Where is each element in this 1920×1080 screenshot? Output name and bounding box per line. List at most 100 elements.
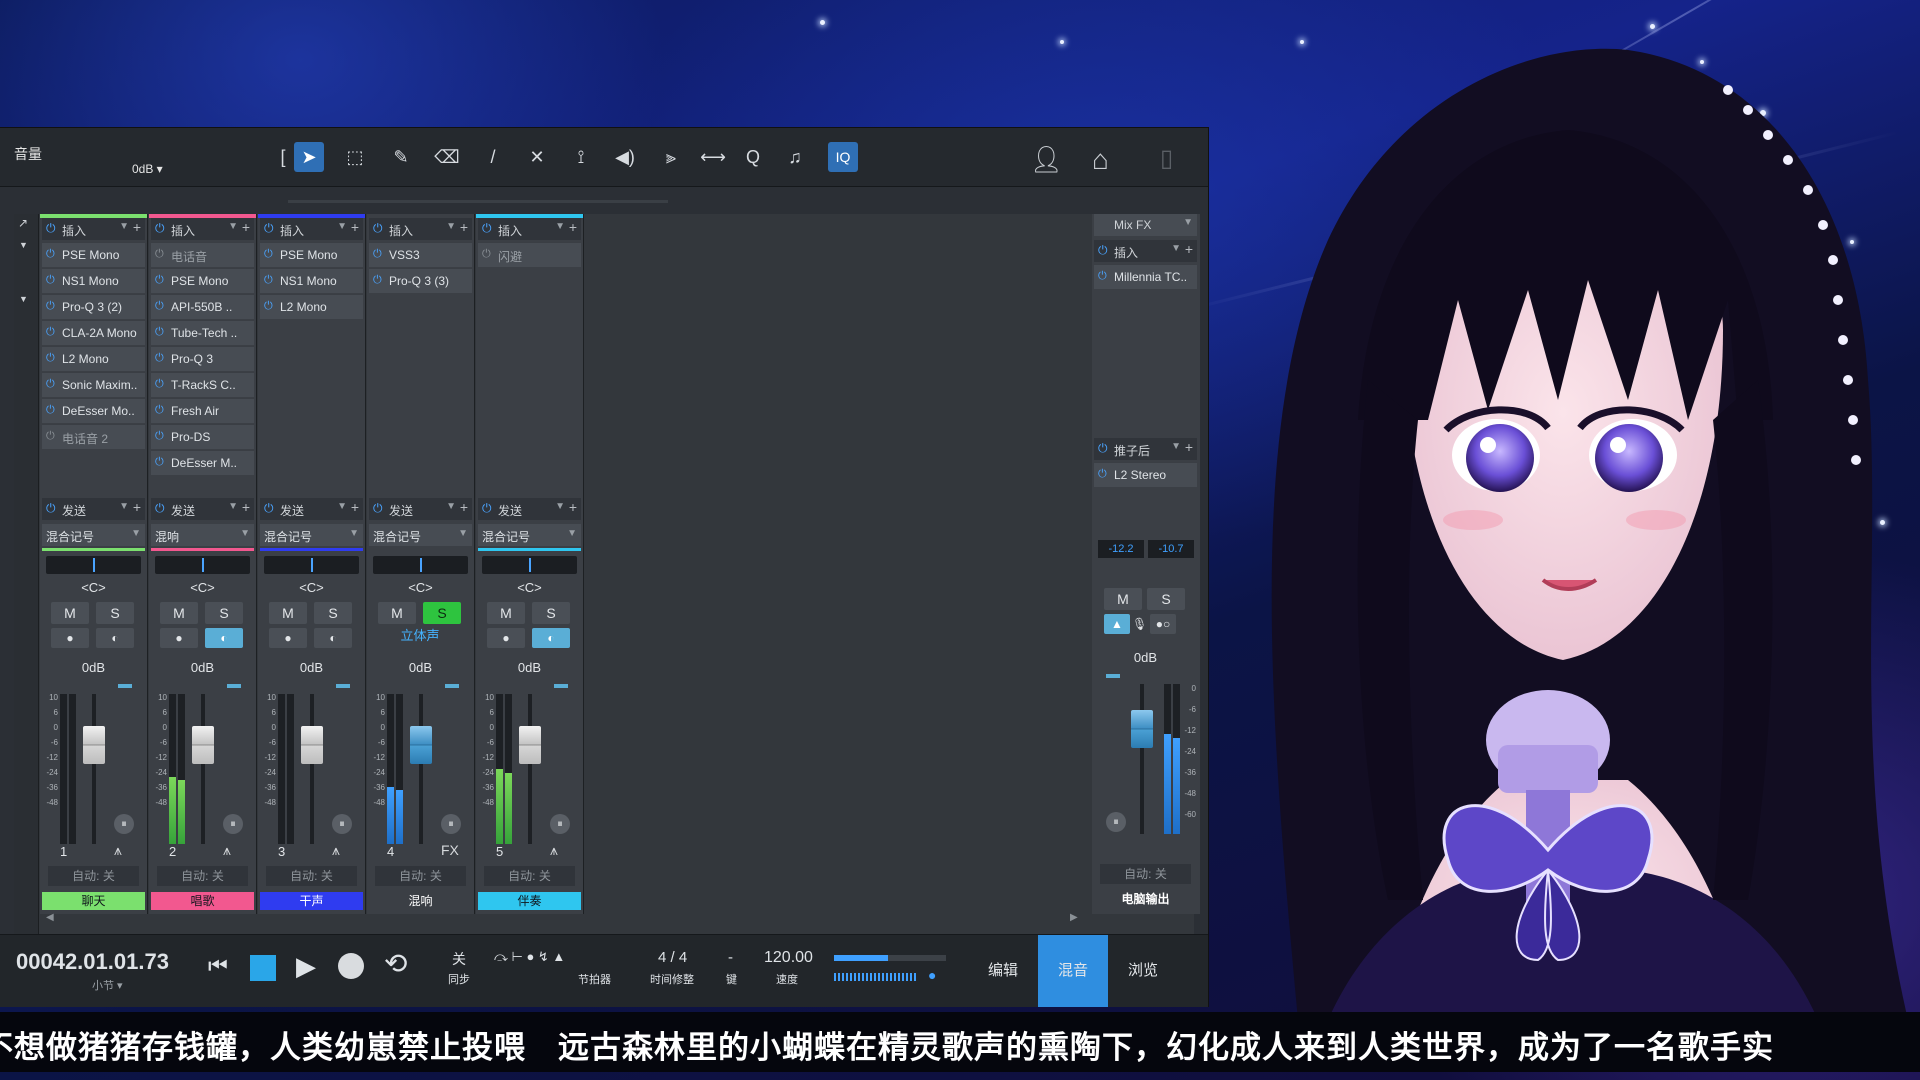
solo-button[interactable]: S (532, 602, 570, 624)
zoom-icon[interactable]: Q (738, 142, 768, 172)
power-icon[interactable]: ⏻ (1098, 243, 1108, 258)
output-destination[interactable]: 混合记号 ▼ (42, 524, 145, 546)
rewind-icon[interactable]: ⏮ (208, 953, 228, 979)
link-icon[interactable]: ●○ (1150, 614, 1176, 634)
channel-name[interactable]: 伴奏 (478, 892, 581, 910)
mute-button[interactable]: M (160, 602, 198, 624)
send-header[interactable]: ⏻ 发送 ▼ + (260, 498, 363, 520)
loop-icon[interactable]: ⟲ (384, 947, 407, 980)
tempo-value[interactable]: 120.00 (764, 949, 813, 967)
send-header[interactable]: ⏻ 发送 ▼ + (369, 498, 472, 520)
monitor-icon[interactable]: ◐ (532, 628, 570, 648)
plugin-slot[interactable]: ⏻ T-RackS C.. (151, 372, 254, 397)
output-destination[interactable]: 混合记号 ▼ (260, 524, 363, 546)
power-icon[interactable]: ⏻ (264, 300, 273, 313)
add-icon[interactable]: + (460, 499, 468, 515)
volume-value[interactable]: 0dB (149, 660, 256, 675)
add-icon[interactable]: + (133, 219, 141, 235)
plugin-slot[interactable]: ⏻ CLA-2A Mono (42, 320, 145, 345)
play-icon[interactable]: ▶ (296, 951, 316, 982)
power-icon[interactable]: ⏻ (155, 352, 164, 365)
post-fader-header[interactable]: ⏻ 推子后 ▼ + (1094, 438, 1197, 460)
send-header[interactable]: ⏻ 发送 ▼ + (478, 498, 581, 520)
add-icon[interactable]: + (242, 219, 250, 235)
listen-tool-icon[interactable]: ◀) (610, 142, 640, 172)
plugin-slot[interactable]: ⏻ API-550B .. (151, 294, 254, 319)
pan-knob[interactable]: ⏸ (1106, 812, 1126, 832)
plugin-slot[interactable]: ⏻ PSE Mono (260, 242, 363, 267)
chevron-down-icon[interactable]: ▼ (228, 501, 238, 512)
mute-tool-icon[interactable]: ✕ (522, 142, 552, 172)
plugin-slot[interactable]: ⏻ L2 Mono (42, 346, 145, 371)
plugin-slot[interactable]: ⏻ Tube-Tech .. (151, 320, 254, 345)
mix-fx-selector[interactable]: Mix FX ▼ (1094, 214, 1197, 236)
power-icon[interactable]: ⏻ (1098, 270, 1107, 283)
power-icon[interactable]: ⏻ (46, 300, 55, 313)
channel-name[interactable]: 混响 (369, 892, 472, 910)
add-icon[interactable]: + (569, 219, 577, 235)
power-icon[interactable]: ⏻ (155, 378, 164, 391)
plugin-slot[interactable]: ⏻ NS1 Mono (260, 268, 363, 293)
automation-button[interactable]: 自动: 关 (48, 866, 139, 886)
plugin-slot[interactable]: ⏻ Millennia TC.. (1094, 264, 1197, 289)
bus-volume[interactable]: 0dB (1092, 650, 1199, 665)
power-icon[interactable]: ⏻ (155, 274, 164, 287)
expand-icon[interactable] (445, 684, 459, 688)
plugin-slot[interactable]: ⏻ 电话音 2 (42, 424, 145, 449)
pan-marker[interactable] (420, 558, 422, 572)
precount-icon[interactable]: ⤼ ⊢ ● ↯ ▲ (494, 949, 565, 965)
plugin-slot[interactable]: ⏻ DeEsser Mo.. (42, 398, 145, 423)
power-icon[interactable]: ⏻ (155, 248, 164, 261)
plugin-slot[interactable]: ⏻ 电话音 (151, 242, 254, 267)
chevron-down-icon[interactable]: ▼ (555, 221, 565, 232)
plugin-slot[interactable]: ⏻ NS1 Mono (42, 268, 145, 293)
automation-button[interactable]: 自动: 关 (1100, 864, 1191, 884)
volume-fader[interactable] (83, 726, 105, 764)
bus-insert-header[interactable]: ⏻ 插入 ▼ + (1094, 240, 1197, 262)
solo-button[interactable]: S (96, 602, 134, 624)
fx-icon[interactable]: FX (441, 842, 459, 858)
chevron-down-icon[interactable]: ▼ (446, 501, 456, 512)
waveform-icon[interactable]: ⩚ (550, 842, 558, 859)
volume-fader[interactable] (301, 726, 323, 764)
user-icon[interactable]: 👤︎ (1030, 144, 1063, 175)
volume-value[interactable]: 0dB (258, 660, 365, 675)
chevron-down-icon[interactable]: ▼ (446, 221, 456, 232)
automation-button[interactable]: 自动: 关 (375, 866, 466, 886)
record-arm-icon[interactable]: ● (51, 628, 89, 648)
plugin-slot[interactable]: ⏻ L2 Mono (260, 294, 363, 319)
chevron-down-icon[interactable]: ▼ (337, 221, 347, 232)
bend-tool-icon[interactable]: ⟟ (566, 142, 596, 172)
arrow-tool-icon[interactable]: ➤ (294, 142, 324, 172)
pan-knob[interactable]: ⏸ (223, 814, 243, 834)
insert-header[interactable]: ⏻ 插入 ▼ + (42, 218, 145, 240)
scroll-right-icon[interactable]: ▶ (1070, 912, 1078, 923)
power-icon[interactable]: ⏻ (46, 274, 55, 287)
home-icon[interactable]: ⌂ (1092, 144, 1109, 176)
volume-value[interactable]: 0dB (40, 660, 147, 675)
plugin-slot[interactable]: ⏻ PSE Mono (151, 268, 254, 293)
split-tool-icon[interactable]: ✎ (386, 142, 416, 172)
plugin-slot[interactable]: ⏻ 闪避 (478, 242, 581, 267)
power-icon[interactable]: ⏻ (373, 501, 383, 516)
automation-button[interactable]: 自动: 关 (157, 866, 248, 886)
monitor-icon[interactable]: ◐ (314, 628, 352, 648)
pan-marker[interactable] (529, 558, 531, 572)
power-icon[interactable]: ⏻ (482, 501, 492, 516)
monitor-icon[interactable]: ▲ (1104, 614, 1130, 634)
mute-button[interactable]: M (51, 602, 89, 624)
horizontal-scrollbar[interactable]: ◀ ▶ (40, 912, 1080, 926)
iq-button[interactable]: IQ (828, 142, 858, 172)
expand-icon[interactable] (118, 684, 132, 688)
power-icon[interactable]: ⏻ (155, 456, 164, 469)
channel-name[interactable]: 聊天 (42, 892, 145, 910)
volume-readout[interactable]: 0dB ▾ (132, 162, 163, 176)
automation-button[interactable]: 自动: 关 (266, 866, 357, 886)
plugin-slot[interactable]: ⏻ Pro-Q 3 (2) (42, 294, 145, 319)
plugin-slot[interactable]: ⏻ Pro-Q 3 (3) (369, 268, 472, 293)
pan-slider[interactable] (46, 556, 141, 574)
record-arm-icon[interactable]: ● (160, 628, 198, 648)
solo-button[interactable]: S (205, 602, 243, 624)
power-icon[interactable]: ⏻ (155, 221, 165, 236)
plugin-slot[interactable]: ⏻ Sonic Maxim.. (42, 372, 145, 397)
